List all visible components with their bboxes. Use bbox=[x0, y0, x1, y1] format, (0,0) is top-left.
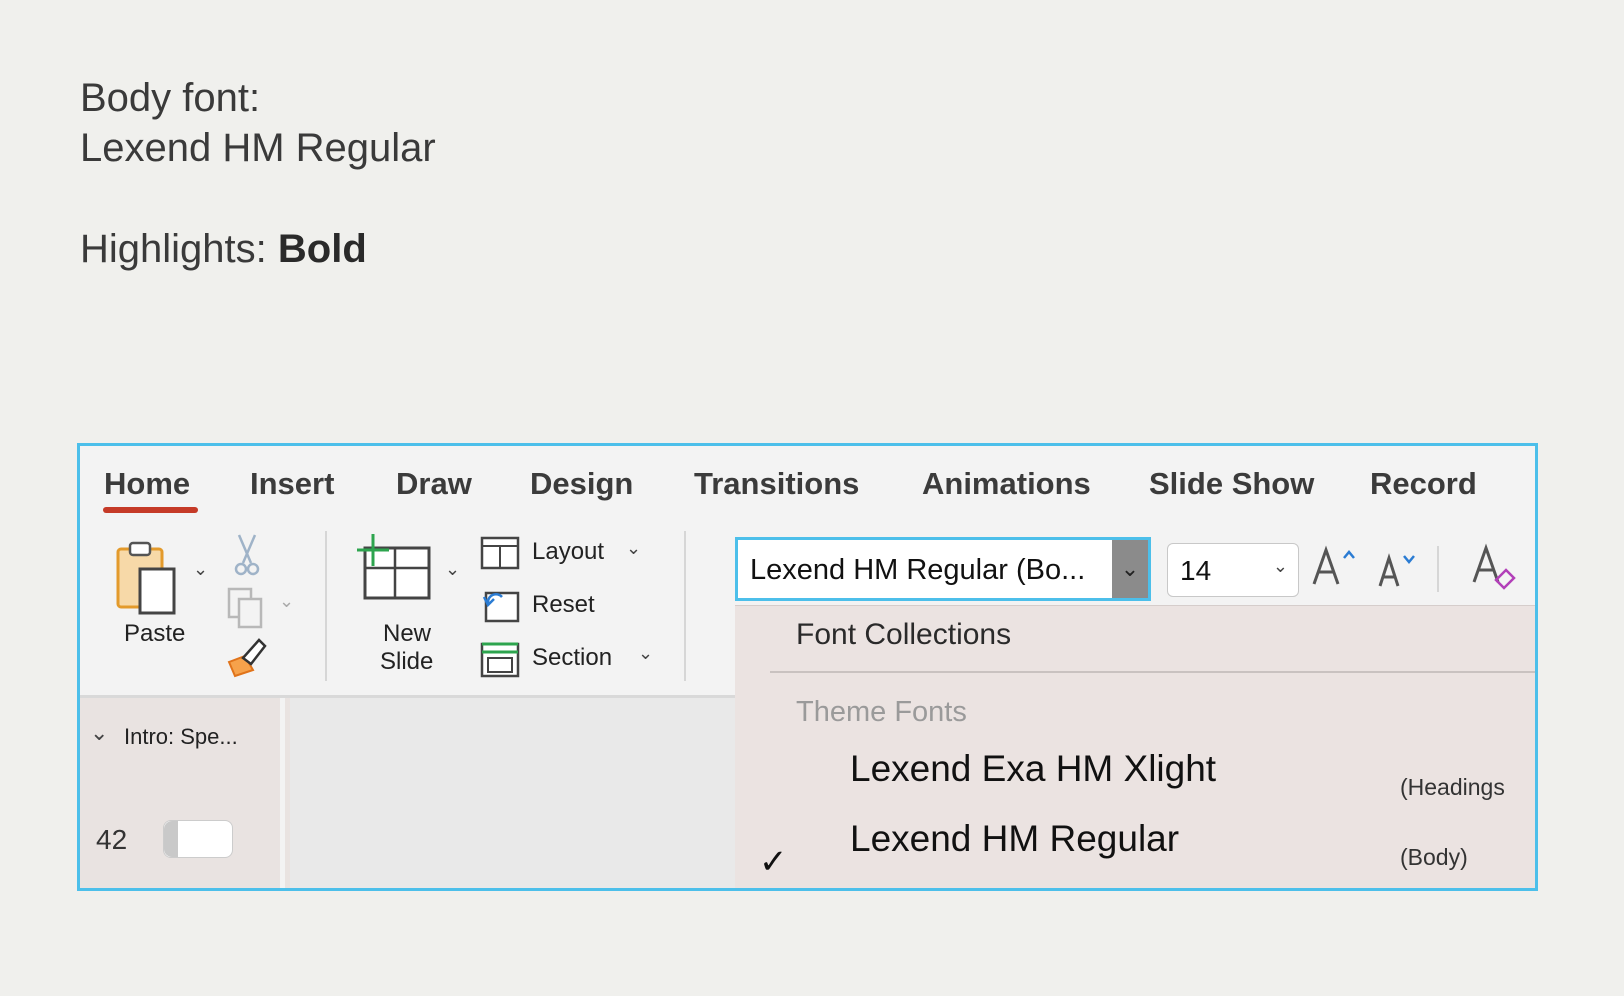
font-name-combobox[interactable]: Lexend HM Regular (Bo... ⌄ bbox=[735, 537, 1151, 601]
heading-font-tag: (Headings bbox=[1400, 774, 1505, 800]
slide-thumbnail-image bbox=[164, 821, 178, 857]
clear-formatting-icon[interactable] bbox=[1468, 542, 1520, 594]
font-name-value: Lexend HM Regular (Bo... bbox=[750, 554, 1086, 586]
highlights-label: Highlights: bbox=[80, 227, 267, 271]
tab-insert[interactable]: Insert bbox=[250, 466, 334, 502]
new-slide-label-line2: Slide bbox=[380, 648, 434, 675]
tab-animations[interactable]: Animations bbox=[922, 466, 1091, 502]
new-slide-chevron-down-icon[interactable]: ⌄ bbox=[445, 559, 460, 580]
increase-font-size-icon[interactable] bbox=[1310, 544, 1362, 592]
font-size-chevron-down-icon[interactable]: ⌄ bbox=[1273, 556, 1288, 577]
menu-divider bbox=[770, 671, 1535, 673]
section-collapse-chevron-icon[interactable]: ⌄ bbox=[90, 720, 108, 746]
tab-record[interactable]: Record bbox=[1370, 466, 1477, 502]
section-chevron-down-icon[interactable]: ⌄ bbox=[638, 643, 653, 664]
slide-thumbnail[interactable] bbox=[163, 820, 233, 858]
layout-icon[interactable] bbox=[480, 536, 520, 570]
active-tab-indicator bbox=[103, 507, 198, 513]
heading-font-item[interactable]: Lexend Exa HM Xlight bbox=[850, 748, 1216, 790]
layout-chevron-down-icon[interactable]: ⌄ bbox=[626, 538, 641, 559]
cut-icon[interactable] bbox=[231, 533, 263, 577]
section-button[interactable]: Section bbox=[532, 644, 612, 672]
body-font-label: Body font: bbox=[80, 76, 261, 120]
section-icon[interactable] bbox=[480, 640, 520, 678]
body-font-item[interactable]: Lexend HM Regular bbox=[850, 818, 1179, 860]
highlights-line: Highlights: Bold bbox=[80, 227, 367, 272]
slide-number: 42 bbox=[96, 824, 128, 855]
font-size-value: 14 bbox=[1180, 555, 1212, 586]
group-divider bbox=[325, 531, 327, 681]
decrease-font-size-icon[interactable] bbox=[1376, 550, 1422, 592]
font-size-combobox[interactable]: 14 ⌄ bbox=[1167, 543, 1299, 597]
copy-icon[interactable] bbox=[225, 587, 267, 629]
group-divider bbox=[1437, 546, 1439, 592]
section-name[interactable]: Intro: Spe... bbox=[124, 724, 238, 750]
theme-fonts-heading: Theme Fonts bbox=[796, 696, 967, 728]
slides-panel: ⌄ Intro: Spe... 42 bbox=[80, 698, 280, 888]
tab-slide-show[interactable]: Slide Show bbox=[1149, 466, 1314, 502]
tab-design[interactable]: Design bbox=[530, 466, 633, 502]
reset-button[interactable]: Reset bbox=[532, 591, 595, 619]
font-collections-item[interactable]: Font Collections bbox=[796, 618, 1011, 652]
paste-label: Paste bbox=[124, 620, 186, 647]
body-font-value: Lexend HM Regular bbox=[80, 126, 436, 170]
reset-icon[interactable] bbox=[480, 587, 520, 623]
new-slide-icon[interactable] bbox=[355, 532, 435, 602]
font-name-dropdown-icon[interactable]: ⌄ bbox=[1112, 540, 1148, 598]
copy-chevron-down-icon[interactable]: ⌄ bbox=[279, 591, 294, 612]
tab-draw[interactable]: Draw bbox=[396, 466, 472, 502]
group-divider bbox=[684, 531, 686, 681]
layout-button[interactable]: Layout bbox=[532, 538, 604, 566]
format-painter-icon[interactable] bbox=[225, 636, 267, 678]
paste-chevron-down-icon[interactable]: ⌄ bbox=[193, 559, 208, 580]
powerpoint-ribbon-screenshot: Home Insert Draw Design Transitions Anim… bbox=[77, 443, 1538, 891]
checkmark-icon: ✓ bbox=[759, 843, 788, 881]
highlights-value: Bold bbox=[277, 227, 367, 271]
font-dropdown-menu: Font Collections Theme Fonts Lexend Exa … bbox=[735, 605, 1535, 888]
body-font-tag: (Body) bbox=[1400, 844, 1468, 870]
tab-transitions[interactable]: Transitions bbox=[694, 466, 859, 502]
paste-icon[interactable] bbox=[114, 539, 184, 617]
tab-home[interactable]: Home bbox=[104, 466, 190, 502]
new-slide-label-line1: New bbox=[383, 620, 432, 647]
slide-canvas-area[interactable] bbox=[290, 698, 735, 888]
